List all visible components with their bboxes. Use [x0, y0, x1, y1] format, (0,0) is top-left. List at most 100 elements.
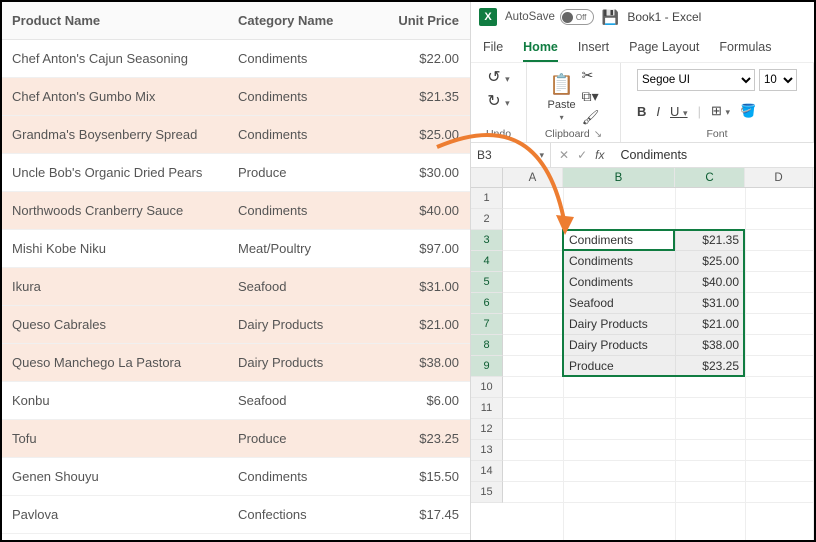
cell[interactable]: $25.00	[677, 251, 743, 272]
row-header[interactable]: 14	[471, 461, 503, 482]
row-header[interactable]: 15	[471, 482, 503, 503]
cell[interactable]: Condiments	[565, 272, 637, 293]
row-header[interactable]: 2	[471, 209, 503, 230]
source-table-header: Product Name Category Name Unit Price	[2, 2, 470, 40]
table-row[interactable]: Grandma's Boysenberry SpreadCondiments$2…	[2, 116, 470, 154]
excel-window: X AutoSave Off 💾 Book1 - Excel File Home…	[471, 2, 814, 540]
cell[interactable]: $38.00	[677, 335, 743, 356]
cell-price: $15.50	[387, 469, 469, 484]
cancel-formula-icon[interactable]: ✕	[559, 148, 569, 162]
enter-formula-icon[interactable]: ✓	[577, 148, 587, 162]
font-size-select[interactable]: 10	[759, 69, 797, 91]
row-header[interactable]: 9	[471, 356, 503, 377]
format-painter-icon[interactable]: 🖌	[582, 109, 600, 126]
row-header[interactable]: 4	[471, 251, 503, 272]
row-header[interactable]: 1	[471, 188, 503, 209]
row-header[interactable]: 3	[471, 230, 503, 251]
cell-price: $23.25	[387, 431, 469, 446]
undo-icon[interactable]: ↺ ▾	[487, 67, 509, 87]
cell-product: Grandma's Boysenberry Spread	[2, 127, 228, 142]
cell[interactable]: Condiments	[565, 230, 637, 251]
cell-price: $21.00	[387, 317, 469, 332]
excel-logo-icon: X	[479, 8, 497, 26]
tab-home[interactable]: Home	[523, 36, 558, 62]
bold-button[interactable]: B	[637, 104, 646, 119]
formula-bar: B3▾ ✕ ✓ fx Condiments	[471, 142, 814, 168]
select-all-corner[interactable]	[471, 168, 503, 187]
cell-category: Confections	[228, 507, 387, 522]
font-name-select[interactable]: Segoe UI	[637, 69, 755, 91]
row-header[interactable]: 11	[471, 398, 503, 419]
fill-color-icon[interactable]: 🪣	[740, 103, 756, 119]
row-header[interactable]: 12	[471, 419, 503, 440]
border-icon[interactable]: ⊞ ▾	[711, 103, 730, 119]
table-row[interactable]: TofuProduce$23.25	[2, 420, 470, 458]
ribbon-group-undo: ↺ ▾ ↻ ▾ Undo	[471, 63, 527, 142]
cell-product: Queso Cabrales	[2, 317, 228, 332]
cell[interactable]: Produce	[565, 356, 618, 377]
cut-icon[interactable]: ✂	[582, 67, 600, 84]
row-header[interactable]: 7	[471, 314, 503, 335]
table-row[interactable]: Chef Anton's Cajun SeasoningCondiments$2…	[2, 40, 470, 78]
toggle-switch-icon[interactable]: Off	[560, 9, 594, 25]
cell-price: $6.00	[387, 393, 469, 408]
cell[interactable]: Seafood	[565, 293, 618, 314]
document-title: Book1 - Excel	[627, 10, 701, 24]
tab-formulas[interactable]: Formulas	[719, 36, 771, 62]
source-table: Product Name Category Name Unit Price Ch…	[2, 2, 471, 540]
ribbon-group-font: Segoe UI 10 B I U ▾ | ⊞ ▾ 🪣 Font	[621, 63, 814, 142]
col-header-c[interactable]: C	[675, 168, 745, 187]
paste-button[interactable]: 📋 Paste ▾	[548, 72, 576, 122]
table-row[interactable]: Queso Manchego La PastoraDairy Products$…	[2, 344, 470, 382]
cell[interactable]: Dairy Products	[565, 314, 652, 335]
row-header[interactable]: 13	[471, 440, 503, 461]
name-box[interactable]: B3▾	[471, 143, 551, 167]
table-row[interactable]: Genen ShouyuCondiments$15.50	[2, 458, 470, 496]
save-icon[interactable]: 💾	[602, 9, 619, 26]
row-header[interactable]: 5	[471, 272, 503, 293]
tab-insert[interactable]: Insert	[578, 36, 609, 62]
table-row[interactable]: Uncle Bob's Organic Dried PearsProduce$3…	[2, 154, 470, 192]
cell[interactable]: $21.35	[677, 230, 743, 251]
cell-price: $30.00	[387, 165, 469, 180]
cell-product: Chef Anton's Cajun Seasoning	[2, 51, 228, 66]
col-header-b[interactable]: B	[563, 168, 675, 187]
table-row[interactable]: Northwoods Cranberry SauceCondiments$40.…	[2, 192, 470, 230]
italic-button[interactable]: I	[656, 104, 660, 119]
copy-icon[interactable]: ⧉ ▾	[582, 88, 600, 105]
cell[interactable]: $31.00	[677, 293, 743, 314]
underline-button[interactable]: U ▾	[670, 104, 688, 119]
cell-price: $25.00	[387, 127, 469, 142]
cell-category: Condiments	[228, 89, 387, 104]
table-row[interactable]: PavlovaConfections$17.45	[2, 496, 470, 534]
tab-page-layout[interactable]: Page Layout	[629, 36, 699, 62]
formula-input[interactable]: Condiments	[612, 148, 814, 162]
row-header[interactable]: 6	[471, 293, 503, 314]
col-header-a[interactable]: A	[503, 168, 563, 187]
col-header-d[interactable]: D	[745, 168, 813, 187]
cell[interactable]: $40.00	[677, 272, 743, 293]
cell[interactable]: Condiments	[565, 251, 637, 272]
fx-icon[interactable]: fx	[595, 148, 604, 162]
cell-product: Queso Manchego La Pastora	[2, 355, 228, 370]
cell[interactable]: Dairy Products	[565, 335, 652, 356]
row-header[interactable]: 10	[471, 377, 503, 398]
spreadsheet-grid[interactable]: A B C D 123456789101112131415 Condiments…	[471, 168, 814, 540]
cell-category: Condiments	[228, 203, 387, 218]
ribbon: ↺ ▾ ↻ ▾ Undo 📋 Paste ▾ ✂ ⧉ ▾ 🖌	[471, 62, 814, 142]
redo-icon[interactable]: ↻ ▾	[487, 91, 509, 111]
table-row[interactable]: IkuraSeafood$31.00	[2, 268, 470, 306]
cell[interactable]: $23.25	[677, 356, 743, 377]
table-row[interactable]: Queso CabralesDairy Products$21.00	[2, 306, 470, 344]
table-row[interactable]: Chef Anton's Gumbo MixCondiments$21.35	[2, 78, 470, 116]
autosave-toggle[interactable]: AutoSave Off	[505, 9, 594, 25]
cell-price: $97.00	[387, 241, 469, 256]
row-header[interactable]: 8	[471, 335, 503, 356]
dialog-launcher-icon[interactable]: ↘	[594, 129, 602, 140]
ribbon-tabs: File Home Insert Page Layout Formulas	[471, 30, 814, 62]
tab-file[interactable]: File	[483, 36, 503, 62]
table-row[interactable]: Mishi Kobe NikuMeat/Poultry$97.00	[2, 230, 470, 268]
cell-product: Konbu	[2, 393, 228, 408]
cell[interactable]: $21.00	[677, 314, 743, 335]
table-row[interactable]: KonbuSeafood$6.00	[2, 382, 470, 420]
